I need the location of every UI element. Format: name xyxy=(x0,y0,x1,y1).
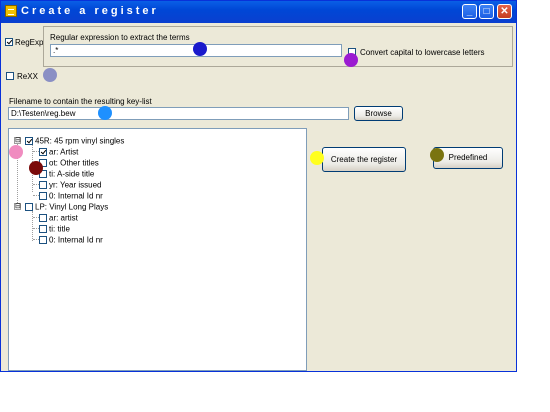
tree-item-label: ar: Artist xyxy=(49,147,79,157)
marker-dot-sky xyxy=(98,106,112,120)
marker-dot-yellow xyxy=(310,151,324,165)
field-tree[interactable]: ⊟ 45R: 45 rpm vinyl singles ar: Artist o… xyxy=(8,128,307,371)
regexp-panel: Regular expression to extract the terms … xyxy=(43,26,513,67)
tree-checkbox[interactable] xyxy=(39,213,47,222)
title-bar[interactable]: Create a register _ □ ✕ xyxy=(1,1,516,23)
marker-dot-blue xyxy=(193,42,207,56)
marker-dot-olive xyxy=(430,148,444,162)
tree-checkbox[interactable] xyxy=(25,202,33,211)
tree-checkbox[interactable] xyxy=(39,224,47,233)
predefined-button[interactable]: Predefined xyxy=(433,147,503,169)
tree-item-yr-year-issued[interactable]: yr: Year issued xyxy=(39,180,101,189)
tree-item-ti-a-side-title[interactable]: ti: A-side title xyxy=(39,169,94,178)
tree-item-label: 0: Internal Id nr xyxy=(49,191,103,201)
tree-item-label: ti: A-side title xyxy=(49,169,95,179)
tree-item-internal-id[interactable]: 0: Internal Id nr xyxy=(39,191,103,200)
tree-checkbox[interactable] xyxy=(39,180,47,189)
tree-checkbox[interactable] xyxy=(39,147,47,156)
browse-button[interactable]: Browse xyxy=(354,106,403,121)
tree-item-label: ot: Other titles xyxy=(49,158,99,168)
tree-item-label: ti: title xyxy=(49,224,70,234)
tree-checkbox[interactable] xyxy=(25,136,33,145)
filename-label: Filename to contain the resulting key-li… xyxy=(9,97,152,106)
tree-checkbox[interactable] xyxy=(39,235,47,244)
marker-dot-maroon xyxy=(29,161,43,175)
expand-collapse-icon[interactable]: ⊟ xyxy=(14,137,21,144)
marker-dot-pink xyxy=(9,145,23,159)
regexp-prompt-label: Regular expression to extract the terms xyxy=(50,33,190,42)
app-icon xyxy=(5,5,17,17)
tree-item-lp-title[interactable]: ti: title xyxy=(39,224,70,233)
tree-item-lp-internal-id[interactable]: 0: Internal Id nr xyxy=(39,235,103,244)
tree-item-ar-artist[interactable]: ar: Artist xyxy=(39,147,78,156)
minimize-button[interactable]: _ xyxy=(462,4,477,19)
tree-group-45r[interactable]: 45R: 45 rpm vinyl singles xyxy=(25,136,124,145)
close-button[interactable]: ✕ xyxy=(497,4,512,19)
tree-item-lp-artist[interactable]: ar: artist xyxy=(39,213,78,222)
rexx-checkbox[interactable] xyxy=(6,72,14,80)
tree-group-label: LP: Vinyl Long Plays xyxy=(35,202,109,212)
marker-dot-purple xyxy=(344,53,358,67)
tree-item-ot-other-titles[interactable]: ot: Other titles xyxy=(39,158,99,167)
window-title: Create a register xyxy=(21,5,159,17)
convert-lowercase-label: Convert capital to lowercase letters xyxy=(360,48,485,57)
tree-group-label: 45R: 45 rpm vinyl singles xyxy=(35,136,125,146)
app-window: Create a register _ □ ✕ RegExp Regular e… xyxy=(0,0,517,372)
regexp-label: RegExp xyxy=(15,38,44,47)
tree-checkbox[interactable] xyxy=(39,191,47,200)
create-register-button[interactable]: Create the register xyxy=(322,147,406,172)
tree-group-lp[interactable]: LP: Vinyl Long Plays xyxy=(25,202,108,211)
tree-item-label: ar: artist xyxy=(49,213,78,223)
maximize-button[interactable]: □ xyxy=(479,4,494,19)
filename-input[interactable] xyxy=(8,107,349,120)
rexx-label: ReXX xyxy=(17,72,38,81)
marker-dot-slate xyxy=(43,68,57,82)
expand-collapse-icon[interactable]: ⊟ xyxy=(14,203,21,210)
tree-item-label: yr: Year issued xyxy=(49,180,102,190)
tree-item-label: 0: Internal Id nr xyxy=(49,235,103,245)
regexp-checkbox[interactable] xyxy=(5,38,13,46)
